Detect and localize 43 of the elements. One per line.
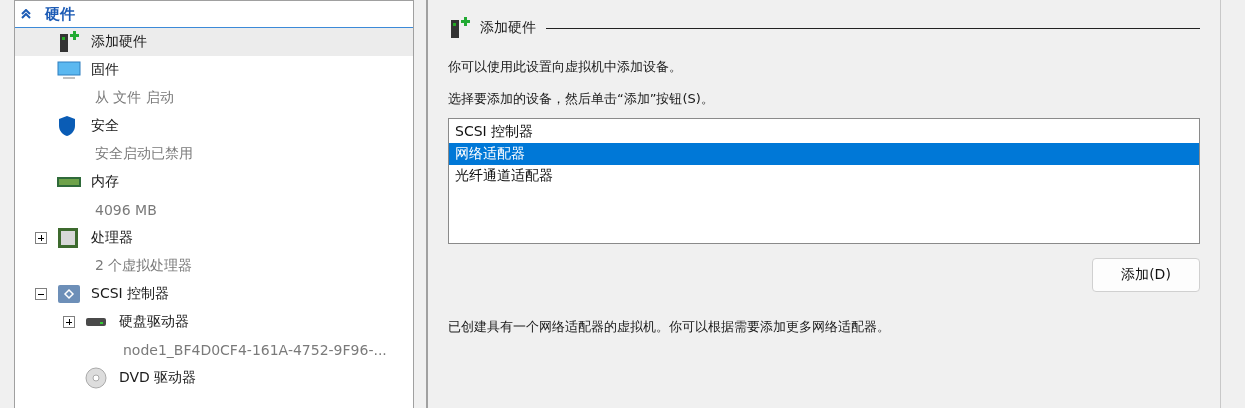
tree-item-label: 添加硬件 (91, 33, 147, 51)
expand-icon[interactable] (35, 232, 47, 244)
tree-item[interactable]: DVD 驱动器 (15, 364, 413, 392)
tree-item-detail: 4096 MB (94, 201, 158, 220)
drive-icon (85, 316, 107, 328)
expand-icon[interactable] (63, 316, 75, 328)
tree-item-label: 内存 (91, 173, 119, 191)
chip-icon (57, 227, 79, 249)
tree-item-label: 固件 (91, 61, 119, 79)
tree-item-detail: 2 个虚拟处理器 (94, 256, 194, 275)
tree-item-detail: node1_BF4D0CF4-161A-4752-9F96-... (122, 341, 388, 360)
intro-text: 你可以使用此设置向虚拟机中添加设备。 (448, 58, 683, 76)
disc-icon (85, 367, 107, 389)
collapse-icon[interactable] (21, 9, 31, 19)
tree-item[interactable]: 硬盘驱动器 (15, 308, 413, 336)
tree-item[interactable]: 处理器 (15, 224, 413, 252)
tree-item-label: 处理器 (91, 229, 133, 247)
tree-item[interactable]: 内存 (15, 168, 413, 196)
tree-item[interactable]: 固件 (15, 56, 413, 84)
prompt-text: 选择要添加的设备，然后单击“添加”按钮(S)。 (448, 90, 715, 108)
tree-item[interactable]: 添加硬件 (15, 28, 413, 56)
panel-title: 添加硬件 (480, 19, 536, 37)
tree-item-label: SCSI 控制器 (91, 285, 170, 303)
tree-item-label: DVD 驱动器 (119, 369, 197, 387)
memory-icon (57, 175, 81, 189)
tree-item[interactable]: 安全 (15, 112, 413, 140)
hardware-add-icon (57, 30, 79, 54)
tree-item-label: 安全 (91, 117, 119, 135)
hardware-add-icon (448, 16, 470, 40)
tree-item-detail: 从 文件 启动 (94, 88, 175, 107)
tree-item-label: 硬盘驱动器 (119, 313, 189, 331)
device-list-item[interactable]: SCSI 控制器 (449, 121, 1199, 143)
section-title: 硬件 (45, 4, 75, 24)
device-list-item[interactable]: 网络适配器 (449, 143, 1199, 165)
device-list-item[interactable]: 光纤通道适配器 (449, 165, 1199, 187)
collapse-icon[interactable] (35, 288, 47, 300)
shield-icon (57, 115, 77, 137)
tree-item[interactable]: SCSI 控制器 (15, 280, 413, 308)
note-text: 已创建具有一个网络适配器的虚拟机。你可以根据需要添加更多网络适配器。 (448, 318, 891, 336)
controller-icon (57, 283, 81, 305)
add-button[interactable]: 添加(D) (1092, 258, 1200, 292)
tree-item-detail: 安全启动已禁用 (94, 144, 194, 163)
monitor-icon (57, 60, 81, 80)
